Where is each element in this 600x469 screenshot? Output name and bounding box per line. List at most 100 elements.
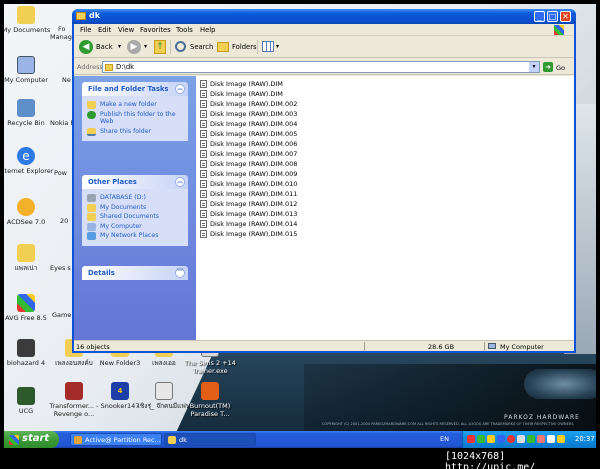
tray-app-icon[interactable] — [487, 435, 495, 443]
desktop-icon-avg[interactable]: AVG Free 8.5 — [4, 294, 56, 322]
desktop-icon-recycle-bin[interactable]: Recycle Bin — [4, 99, 56, 127]
volume-icon[interactable] — [557, 435, 565, 443]
clock[interactable]: 20:37 — [575, 435, 595, 443]
file-item[interactable]: Disk Image (RAW).DIM.005 — [200, 129, 297, 138]
file-item[interactable]: Disk Image (RAW).DIM.013 — [200, 209, 297, 218]
publish-web-icon — [87, 110, 96, 119]
panel-body: Make a new folder Publish this folder to… — [82, 96, 188, 141]
file-name: Disk Image (RAW).DIM.014 — [210, 219, 298, 228]
taskbar-button-dk[interactable]: dk — [164, 433, 256, 446]
panel-header[interactable]: Other Places ︽ — [82, 175, 188, 189]
file-item[interactable]: Disk Image (RAW).DIM.015 — [200, 229, 297, 238]
file-item[interactable]: Disk Image (RAW).DIM.007 — [200, 149, 297, 158]
desktop-icon-label: Burnout(TM) Paradise T... — [189, 402, 231, 418]
folders-icon[interactable] — [217, 42, 229, 52]
desktop-icon-acdsee[interactable]: ACDSee 7.0 — [4, 198, 56, 226]
file-item[interactable]: Disk Image (RAW).DIM.010 — [200, 179, 297, 188]
search-button[interactable]: Search — [190, 43, 213, 51]
file-item[interactable]: Disk Image (RAW).DIM.012 — [200, 199, 297, 208]
go-arrow-icon[interactable]: ➜ — [543, 62, 553, 72]
panel-body: DATABASE (D:) My Documents Shared Docume… — [82, 189, 188, 246]
file-icon — [200, 169, 207, 178]
file-item[interactable]: Disk Image (RAW).DIM.003 — [200, 109, 297, 118]
place-shared-documents[interactable]: Shared Documents — [86, 213, 184, 221]
minimize-button[interactable]: _ — [534, 11, 545, 22]
panel-header[interactable]: File and Folder Tasks ︽ — [82, 82, 188, 96]
tray-app-icon[interactable] — [517, 435, 525, 443]
back-dropdown-icon[interactable]: ▾ — [118, 43, 121, 50]
file-item[interactable]: Disk Image (RAW).DIM.006 — [200, 139, 297, 148]
file-item[interactable]: Disk Image (RAW).DIM — [200, 89, 283, 98]
address-dropdown-icon[interactable]: ▾ — [529, 62, 539, 72]
file-name: Disk Image (RAW).DIM.013 — [210, 209, 298, 218]
file-name: Disk Image (RAW).DIM — [210, 89, 283, 98]
start-button[interactable]: start — [4, 431, 59, 448]
menu-help[interactable]: Help — [200, 26, 216, 34]
address-input[interactable]: D:\dk ▾ — [102, 61, 540, 73]
search-icon[interactable] — [175, 41, 186, 52]
expand-chevron-icon[interactable]: ︾ — [175, 268, 185, 278]
hidden-icon-label: Fo — [58, 25, 66, 33]
forward-button[interactable]: ▶ — [127, 40, 141, 54]
file-item[interactable]: Disk Image (RAW).DIM.014 — [200, 219, 297, 228]
task-share-folder[interactable]: Share this folder — [86, 127, 184, 136]
file-item[interactable]: Disk Image (RAW).DIM — [200, 79, 283, 88]
back-button[interactable]: Back — [96, 43, 113, 51]
file-icon — [200, 99, 207, 108]
file-item[interactable]: Disk Image (RAW).DIM.002 — [200, 99, 297, 108]
menu-file[interactable]: File — [80, 26, 91, 34]
views-button[interactable] — [262, 41, 274, 52]
file-name: Disk Image (RAW).DIM.005 — [210, 129, 298, 138]
task-make-new-folder[interactable]: Make a new folder — [86, 101, 184, 109]
collapse-chevron-icon[interactable]: ︽ — [175, 177, 185, 187]
file-item[interactable]: Disk Image (RAW).DIM.004 — [200, 119, 297, 128]
file-item[interactable]: Disk Image (RAW).DIM.009 — [200, 169, 297, 178]
menu-tools[interactable]: Tools — [176, 26, 193, 34]
taskbar-button-partition-recovery[interactable]: Active@ Partition Rec... — [70, 433, 162, 446]
collapse-chevron-icon[interactable]: ︽ — [175, 84, 185, 94]
up-folder-button[interactable]: ↑ — [154, 40, 166, 54]
views-dropdown-icon[interactable]: ▾ — [276, 43, 279, 50]
place-my-documents[interactable]: My Documents — [86, 203, 184, 212]
file-item[interactable]: Disk Image (RAW).DIM.008 — [200, 159, 297, 168]
hidden-icon-label: Manag — [50, 33, 72, 41]
tray-app-icon[interactable] — [477, 435, 485, 443]
menu-view[interactable]: View — [118, 26, 134, 34]
title-bar[interactable]: dk _ □ ✕ — [72, 9, 576, 24]
panel-header[interactable]: Details ︾ — [82, 266, 188, 280]
place-database-drive[interactable]: DATABASE (D:) — [86, 194, 184, 202]
place-my-computer[interactable]: My Computer — [86, 222, 184, 231]
menu-favorites[interactable]: Favorites — [140, 26, 171, 34]
folders-button[interactable]: Folders — [232, 43, 257, 51]
tray-app-icon[interactable] — [527, 435, 535, 443]
back-arrow-icon[interactable]: ◀ — [79, 40, 93, 54]
task-publish-web[interactable]: Publish this folder to the Web — [86, 110, 184, 126]
language-indicator[interactable]: EN — [440, 435, 449, 443]
video-file-icon — [155, 382, 173, 400]
desktop-icon-folder-1[interactable]: แพลเน่า — [4, 244, 56, 272]
desktop-icon-internet-explorer[interactable]: e Internet Explorer — [4, 147, 56, 175]
hidden-icon-label: Game — [52, 311, 72, 319]
tray-app-icon[interactable] — [467, 435, 475, 443]
desktop-icon-burnout[interactable]: Burnout(TM) Paradise T... — [180, 382, 240, 418]
panel-title: Details — [88, 269, 115, 277]
tray-app-icon[interactable] — [497, 435, 505, 443]
panel-title: File and Folder Tasks — [88, 85, 169, 93]
forward-dropdown-icon[interactable]: ▾ — [144, 43, 147, 50]
menu-edit[interactable]: Edit — [98, 26, 111, 34]
file-item[interactable]: Disk Image (RAW).DIM.011 — [200, 189, 297, 198]
go-button[interactable]: Go — [556, 64, 565, 72]
toolbar: ◀ Back ▾ ▶ ▾ ↑ Search Folders ▾ — [74, 36, 574, 58]
tray-app-icon[interactable] — [547, 435, 555, 443]
place-my-network-places[interactable]: My Network Places — [86, 232, 184, 240]
close-button[interactable]: ✕ — [560, 11, 571, 22]
file-name: Disk Image (RAW).DIM.003 — [210, 109, 298, 118]
desktop-icon-my-computer[interactable]: My Computer — [4, 56, 56, 84]
maximize-button[interactable]: □ — [547, 11, 558, 22]
tray-app-icon[interactable] — [537, 435, 545, 443]
desktop-icon-my-documents[interactable]: My Documents — [4, 6, 56, 34]
transformers-icon — [65, 382, 83, 400]
file-icon — [200, 179, 207, 188]
file-icon — [200, 109, 207, 118]
tray-app-icon[interactable] — [507, 435, 515, 443]
